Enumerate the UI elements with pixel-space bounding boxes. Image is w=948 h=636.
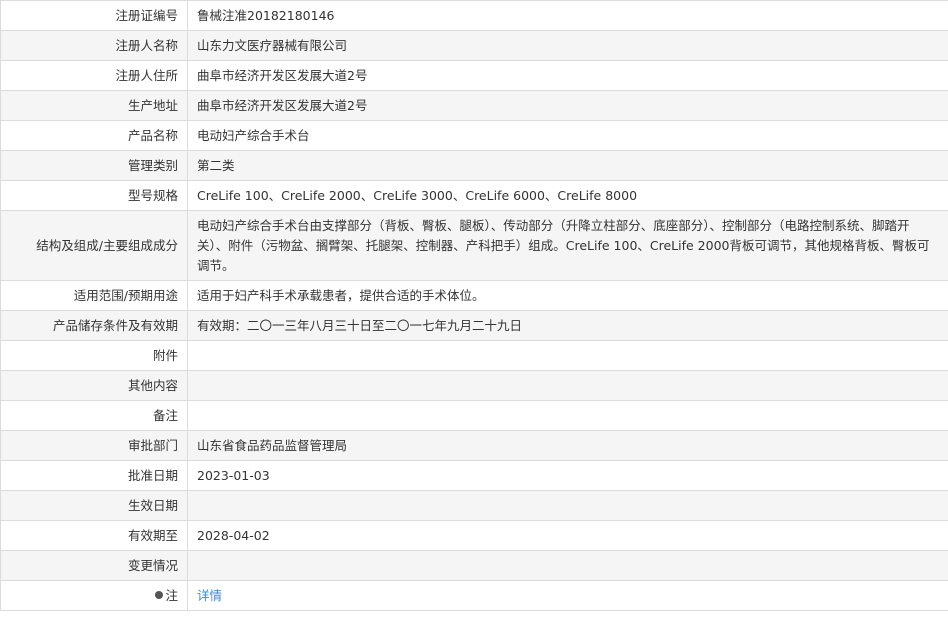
registration-detail-table: 注册证编号 鲁械注准20182180146 注册人名称 山东力文医疗器械有限公司…: [0, 0, 948, 611]
value-changes: [187, 550, 948, 581]
row-registrant: 注册人名称 山东力文医疗器械有限公司: [0, 30, 948, 61]
row-note: 注 详情: [0, 580, 948, 611]
label-storage: 产品储存条件及有效期: [0, 310, 188, 341]
value-valid-until: 2028-04-02: [187, 520, 948, 551]
row-storage: 产品储存条件及有效期 有效期：二〇一三年八月三十日至二〇一七年九月二十九日: [0, 310, 948, 341]
row-category: 管理类别 第二类: [0, 150, 948, 181]
row-production-site: 生产地址 曲阜市经济开发区发展大道2号: [0, 90, 948, 121]
value-composition: 电动妇产综合手术台由支撑部分（背板、臀板、腿板）、传动部分（升降立柱部分、底座部…: [187, 210, 948, 281]
note-label-text: 注: [165, 587, 178, 603]
value-remark: [187, 400, 948, 431]
value-approver: 山东省食品药品监督管理局: [187, 430, 948, 461]
row-composition: 结构及组成/主要组成成分 电动妇产综合手术台由支撑部分（背板、臀板、腿板）、传动…: [0, 210, 948, 281]
label-production-site: 生产地址: [0, 90, 188, 121]
details-link[interactable]: 详情: [197, 588, 222, 603]
label-other-content: 其他内容: [0, 370, 188, 401]
label-approver: 审批部门: [0, 430, 188, 461]
label-registrant: 注册人名称: [0, 30, 188, 61]
row-models: 型号规格 CreLife 100、CreLife 2000、CreLife 30…: [0, 180, 948, 211]
note-dot-icon: [155, 590, 164, 599]
value-registrant: 山东力文医疗器械有限公司: [187, 30, 948, 61]
label-usage: 适用范围/预期用途: [0, 280, 188, 311]
label-product-name: 产品名称: [0, 120, 188, 151]
value-approve-date: 2023-01-03: [187, 460, 948, 491]
row-attachment: 附件: [0, 340, 948, 371]
value-reg-no: 鲁械注准20182180146: [187, 0, 948, 31]
row-usage: 适用范围/预期用途 适用于妇产科手术承载患者，提供合适的手术体位。: [0, 280, 948, 311]
row-address: 注册人住所 曲阜市经济开发区发展大道2号: [0, 60, 948, 91]
value-attachment: [187, 340, 948, 371]
value-usage: 适用于妇产科手术承载患者，提供合适的手术体位。: [187, 280, 948, 311]
value-category: 第二类: [187, 150, 948, 181]
label-attachment: 附件: [0, 340, 188, 371]
row-other-content: 其他内容: [0, 370, 948, 401]
value-address: 曲阜市经济开发区发展大道2号: [187, 60, 948, 91]
row-reg-no: 注册证编号 鲁械注准20182180146: [0, 0, 948, 31]
label-valid-until: 有效期至: [0, 520, 188, 551]
label-approve-date: 批准日期: [0, 460, 188, 491]
label-remark: 备注: [0, 400, 188, 431]
value-models: CreLife 100、CreLife 2000、CreLife 3000、Cr…: [187, 180, 948, 211]
value-effective-date: [187, 490, 948, 521]
row-product-name: 产品名称 电动妇产综合手术台: [0, 120, 948, 151]
label-composition: 结构及组成/主要组成成分: [0, 210, 188, 281]
row-approve-date: 批准日期 2023-01-03: [0, 460, 948, 491]
label-note: 注: [0, 580, 188, 611]
row-remark: 备注: [0, 400, 948, 431]
label-address: 注册人住所: [0, 60, 188, 91]
value-product-name: 电动妇产综合手术台: [187, 120, 948, 151]
label-changes: 变更情况: [0, 550, 188, 581]
value-note: 详情: [187, 580, 948, 611]
value-other-content: [187, 370, 948, 401]
label-reg-no: 注册证编号: [0, 0, 188, 31]
row-valid-until: 有效期至 2028-04-02: [0, 520, 948, 551]
label-category: 管理类别: [0, 150, 188, 181]
label-effective-date: 生效日期: [0, 490, 188, 521]
label-models: 型号规格: [0, 180, 188, 211]
value-storage: 有效期：二〇一三年八月三十日至二〇一七年九月二十九日: [187, 310, 948, 341]
row-approver: 审批部门 山东省食品药品监督管理局: [0, 430, 948, 461]
value-production-site: 曲阜市经济开发区发展大道2号: [187, 90, 948, 121]
row-effective-date: 生效日期: [0, 490, 948, 521]
row-changes: 变更情况: [0, 550, 948, 581]
